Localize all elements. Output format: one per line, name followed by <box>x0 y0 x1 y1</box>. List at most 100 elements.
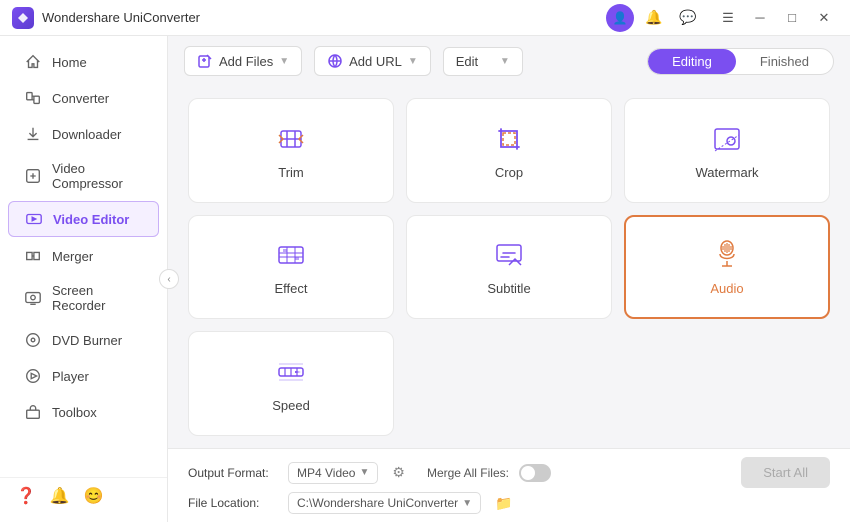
player-icon <box>24 367 42 385</box>
tab-finished[interactable]: Finished <box>736 49 833 74</box>
add-url-label: Add URL <box>349 54 402 69</box>
sidebar-item-home[interactable]: Home <box>8 45 159 79</box>
trim-label: Trim <box>278 165 304 180</box>
user-icon-btn[interactable]: 👤 <box>606 4 634 32</box>
sidebar-item-dvd-burner[interactable]: DVD Burner <box>8 323 159 357</box>
output-format-row: Output Format: MP4 Video ▼ ⚙ Merge All F… <box>188 457 830 488</box>
effect-icon <box>273 237 309 273</box>
crop-label: Crop <box>495 165 523 180</box>
maximize-btn[interactable]: □ <box>778 4 806 32</box>
subtitle-label: Subtitle <box>487 281 530 296</box>
sidebar-item-toolbox[interactable]: Toolbox <box>8 395 159 429</box>
tool-trim[interactable]: Trim <box>188 98 394 203</box>
window-controls: ☰ ─ □ ✕ <box>714 4 838 32</box>
app-logo <box>12 7 34 29</box>
sidebar-label-screen-recorder: Screen Recorder <box>52 283 143 313</box>
sidebar-item-merger[interactable]: Merger <box>8 239 159 273</box>
tool-effect[interactable]: Effect <box>188 215 394 320</box>
merge-all-toggle[interactable] <box>519 464 551 482</box>
empty-cell-1 <box>406 331 612 436</box>
tool-audio[interactable]: Audio <box>624 215 830 320</box>
tool-subtitle[interactable]: Subtitle <box>406 215 612 320</box>
file-location-chevron: ▼ <box>462 498 472 509</box>
add-files-chevron: ▼ <box>279 56 289 67</box>
file-location-row: File Location: C:\Wondershare UniConvert… <box>188 492 830 514</box>
speed-icon <box>273 354 309 390</box>
menu-btn[interactable]: ☰ <box>714 4 742 32</box>
output-format-label: Output Format: <box>188 466 278 480</box>
trim-icon <box>273 121 309 157</box>
close-btn[interactable]: ✕ <box>810 4 838 32</box>
output-format-select[interactable]: MP4 Video ▼ <box>288 462 378 484</box>
titlebar: Wondershare UniConverter 👤 🔔 💬 ☰ ─ □ ✕ <box>0 0 850 36</box>
add-url-btn[interactable]: Add URL ▼ <box>314 46 431 76</box>
edit-dropdown-chevron: ▼ <box>500 56 510 67</box>
tab-group: Editing Finished <box>647 48 834 75</box>
add-url-icon <box>327 53 343 69</box>
crop-icon <box>491 121 527 157</box>
effect-label: Effect <box>274 281 307 296</box>
merge-icon <box>24 247 42 265</box>
merge-all-label: Merge All Files: <box>427 466 509 480</box>
screen-record-icon <box>24 289 42 307</box>
home-icon <box>24 53 42 71</box>
edit-dropdown[interactable]: Edit ▼ <box>443 47 523 76</box>
tools-grid: Trim Crop Watermark <box>168 86 850 448</box>
audio-icon <box>709 237 745 273</box>
help-icon[interactable]: ❓ <box>16 486 36 506</box>
sidebar-label-player: Player <box>52 369 89 384</box>
tool-watermark[interactable]: Watermark <box>624 98 830 203</box>
sidebar-item-converter[interactable]: Converter <box>8 81 159 115</box>
subtitle-icon <box>491 237 527 273</box>
sidebar-item-video-editor[interactable]: Video Editor <box>8 201 159 237</box>
add-url-chevron: ▼ <box>408 56 418 67</box>
start-all-btn[interactable]: Start All <box>741 457 830 488</box>
downloader-icon <box>24 125 42 143</box>
sidebar-label-dvd-burner: DVD Burner <box>52 333 122 348</box>
tool-speed[interactable]: Speed <box>188 331 394 436</box>
sidebar-item-video-compressor[interactable]: Video Compressor <box>8 153 159 199</box>
add-files-label: Add Files <box>219 54 273 69</box>
feedback-icon-btn[interactable]: 💬 <box>674 4 702 32</box>
tool-crop[interactable]: Crop <box>406 98 612 203</box>
watermark-label: Watermark <box>695 165 758 180</box>
titlebar-right-icons: 👤 🔔 💬 <box>606 4 702 32</box>
add-files-btn[interactable]: Add Files ▼ <box>184 46 302 76</box>
output-format-settings-icon[interactable]: ⚙ <box>392 464 405 481</box>
main-content: Add Files ▼ Add URL ▼ Edit ▼ Editing Fin… <box>168 36 850 522</box>
converter-icon <box>24 89 42 107</box>
dvd-icon <box>24 331 42 349</box>
audio-label: Audio <box>710 281 743 296</box>
sidebar-label-converter: Converter <box>52 91 109 106</box>
toolbar: Add Files ▼ Add URL ▼ Edit ▼ Editing Fin… <box>168 36 850 86</box>
watermark-icon <box>709 121 745 157</box>
sidebar-label-downloader: Downloader <box>52 127 121 142</box>
file-location-value: C:\Wondershare UniConverter <box>297 496 458 510</box>
sidebar-label-toolbox: Toolbox <box>52 405 97 420</box>
sidebar-item-screen-recorder[interactable]: Screen Recorder <box>8 275 159 321</box>
sidebar-label-home: Home <box>52 55 87 70</box>
sidebar-item-player[interactable]: Player <box>8 359 159 393</box>
sidebar-item-downloader[interactable]: Downloader <box>8 117 159 151</box>
smiley-icon[interactable]: 😊 <box>84 486 104 506</box>
sidebar-label-merger: Merger <box>52 249 93 264</box>
edit-dropdown-label: Edit <box>456 54 478 69</box>
file-location-folder-icon[interactable]: 📁 <box>495 495 512 512</box>
add-files-icon <box>197 53 213 69</box>
sidebar-label-video-compressor: Video Compressor <box>52 161 143 191</box>
sidebar: Home Converter Downloader Video Compress… <box>0 36 168 522</box>
file-location-label: File Location: <box>188 496 278 510</box>
bell-icon-btn[interactable]: 🔔 <box>640 4 668 32</box>
output-format-chevron: ▼ <box>359 467 369 478</box>
tab-editing[interactable]: Editing <box>648 49 736 74</box>
video-editor-icon <box>25 210 43 228</box>
minimize-btn[interactable]: ─ <box>746 4 774 32</box>
file-location-select[interactable]: C:\Wondershare UniConverter ▼ <box>288 492 481 514</box>
compress-icon <box>24 167 42 185</box>
sidebar-label-video-editor: Video Editor <box>53 212 129 227</box>
collapse-sidebar-btn[interactable]: ‹ <box>159 269 179 289</box>
app-title: Wondershare UniConverter <box>42 10 606 25</box>
sidebar-bottom: ❓ 🔔 😊 <box>0 477 167 514</box>
notification-icon[interactable]: 🔔 <box>50 486 70 506</box>
speed-label: Speed <box>272 398 310 413</box>
